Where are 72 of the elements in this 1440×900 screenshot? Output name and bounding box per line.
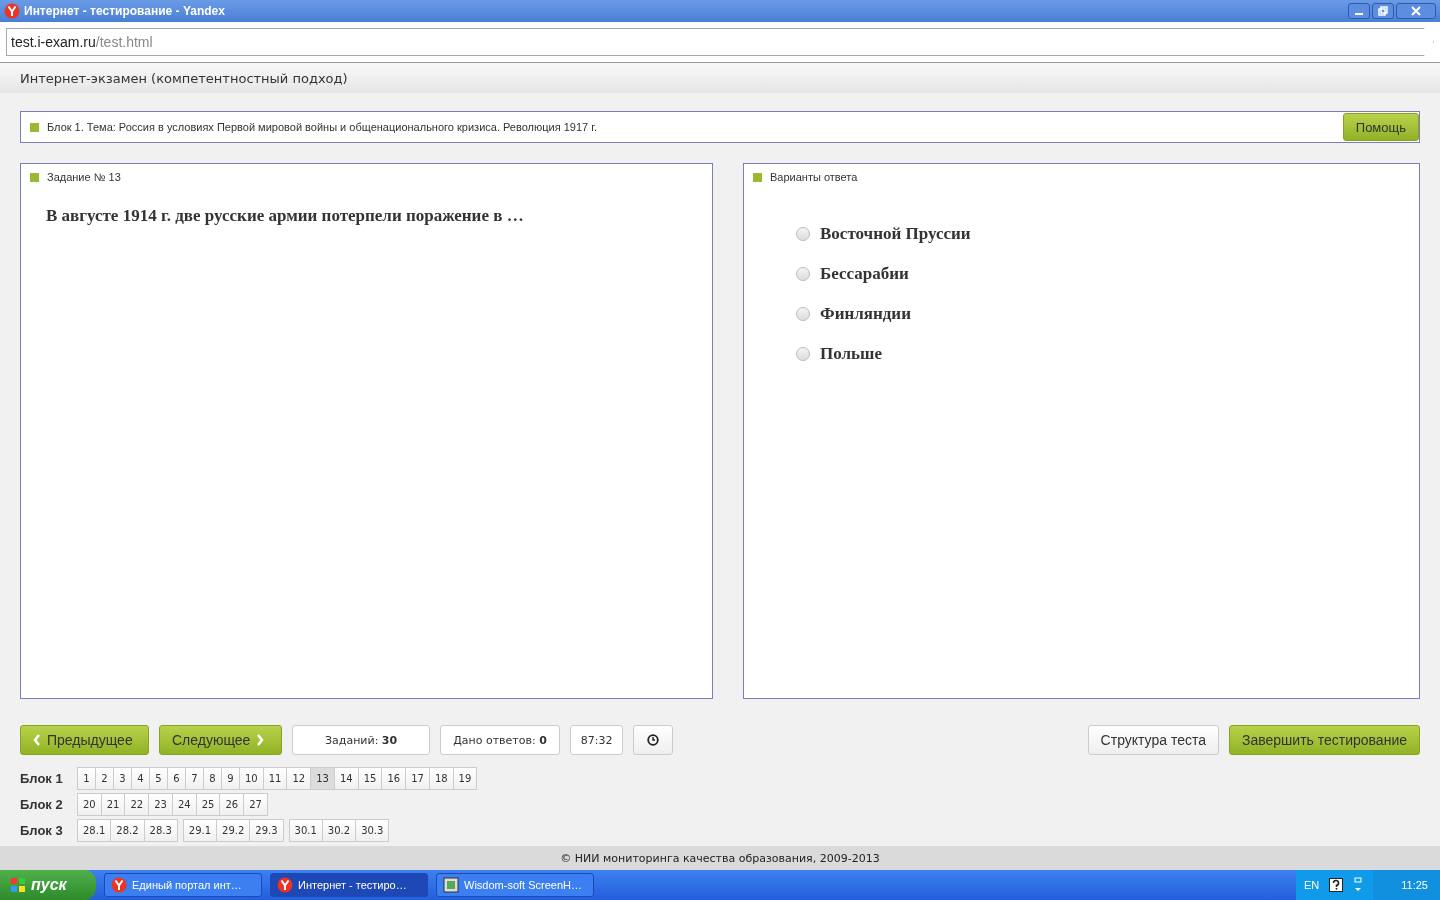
- taskbar-button[interactable]: Единый портал инт…: [104, 873, 262, 897]
- minimize-button[interactable]: [1348, 3, 1370, 19]
- copyright-text: © НИИ мониторинга качества образования, 2009-2013: [560, 851, 880, 865]
- browser-logo-icon: [4, 3, 20, 19]
- question-number-button[interactable]: 28.3: [143, 819, 178, 842]
- answers-count: Дано ответов: 0: [440, 725, 560, 755]
- minimize-icon: [1355, 13, 1363, 15]
- question-number-button[interactable]: 30.1: [288, 819, 323, 842]
- help-button[interactable]: Помощь: [1342, 113, 1419, 141]
- chevron-left-icon: [33, 734, 41, 746]
- topic-text: Блок 1. Тема: Россия в условиях Первой мировой войны и общенационального кризиса. Революция 1917 г.: [47, 121, 597, 133]
- tray-expand-icon[interactable]: [1353, 877, 1364, 893]
- question-number-button[interactable]: 27: [243, 793, 268, 816]
- browser-logo-icon: [111, 877, 127, 893]
- close-button[interactable]: [1396, 3, 1436, 19]
- question-number-button[interactable]: 20: [77, 793, 102, 816]
- previous-button[interactable]: Предыдущее: [20, 725, 149, 755]
- question-number-button[interactable]: 28.1: [77, 819, 112, 842]
- finish-button[interactable]: Завершить тестирование: [1229, 725, 1420, 755]
- taskbar-button[interactable]: Wisdom-soft ScreenH…: [436, 873, 594, 897]
- restore-button[interactable]: [1372, 3, 1394, 19]
- radio-button[interactable]: [796, 227, 811, 241]
- help-icon[interactable]: [1329, 878, 1344, 892]
- block-label: Блок 3: [20, 823, 64, 838]
- question-number-button[interactable]: 24: [171, 793, 197, 816]
- question-number-button[interactable]: 30.3: [355, 819, 390, 842]
- question-number-button[interactable]: 22: [124, 793, 150, 816]
- test-structure-button[interactable]: Структура теста: [1087, 725, 1219, 755]
- question-number-button[interactable]: 12: [286, 767, 312, 790]
- taskbar-button[interactable]: Интернет - тестиро…: [270, 873, 428, 897]
- question-number-button[interactable]: 19: [452, 767, 478, 790]
- answer-option: Финляндии: [820, 304, 911, 324]
- question-number-button[interactable]: 14: [333, 767, 359, 790]
- app-icon: [443, 877, 459, 893]
- question-number-button[interactable]: 18: [428, 767, 454, 790]
- question-number-button[interactable]: 29.2: [216, 819, 251, 842]
- question-number-button[interactable]: 16: [381, 767, 407, 790]
- question-number-button[interactable]: 29.1: [182, 819, 218, 842]
- question-number-button[interactable]: 17: [405, 767, 430, 790]
- close-icon: [1411, 6, 1421, 16]
- answer-option: Бессарабии: [820, 264, 909, 284]
- radio-button[interactable]: [796, 307, 811, 321]
- next-button[interactable]: Следующее: [159, 725, 282, 755]
- timer-button[interactable]: [633, 725, 674, 755]
- question-number-button[interactable]: 10: [239, 767, 264, 790]
- question-number-button[interactable]: 26: [219, 793, 245, 816]
- question-number-button[interactable]: 13: [310, 767, 335, 790]
- timer: 87:32: [569, 725, 624, 755]
- tasks-count: Заданий: 30: [292, 725, 431, 755]
- block-label: Блок 1: [20, 771, 64, 786]
- square-icon: [30, 122, 39, 132]
- square-icon: [753, 172, 763, 182]
- question-text: В августе 1914 г. две русские армии потерпели поражение в …: [45, 205, 525, 227]
- answer-option: Восточной Пруссии: [820, 224, 971, 244]
- chevron-right-icon: [256, 734, 265, 746]
- answer-option: Польше: [820, 344, 882, 364]
- clock-icon: [647, 734, 660, 746]
- panel-heading: Задание № 13: [47, 171, 121, 183]
- panel-heading: Варианты ответа: [770, 171, 858, 183]
- browser-logo-icon: [277, 877, 293, 893]
- clock: 11:25: [1373, 870, 1440, 900]
- radio-button[interactable]: [796, 267, 811, 281]
- windows-logo-icon: [10, 877, 26, 893]
- page-title: Интернет-экзамен (компетентностный подход): [20, 70, 348, 86]
- window-title: Интернет - тестирование - Yandex: [24, 4, 225, 18]
- question-number-button[interactable]: 29.3: [249, 819, 284, 842]
- question-number-button[interactable]: 23: [148, 793, 173, 816]
- block-label: Блок 2: [20, 797, 64, 812]
- restore-icon: [1378, 6, 1388, 16]
- radio-button[interactable]: [796, 347, 811, 361]
- square-icon: [30, 172, 39, 182]
- question-number-button[interactable]: 28.2: [110, 819, 145, 842]
